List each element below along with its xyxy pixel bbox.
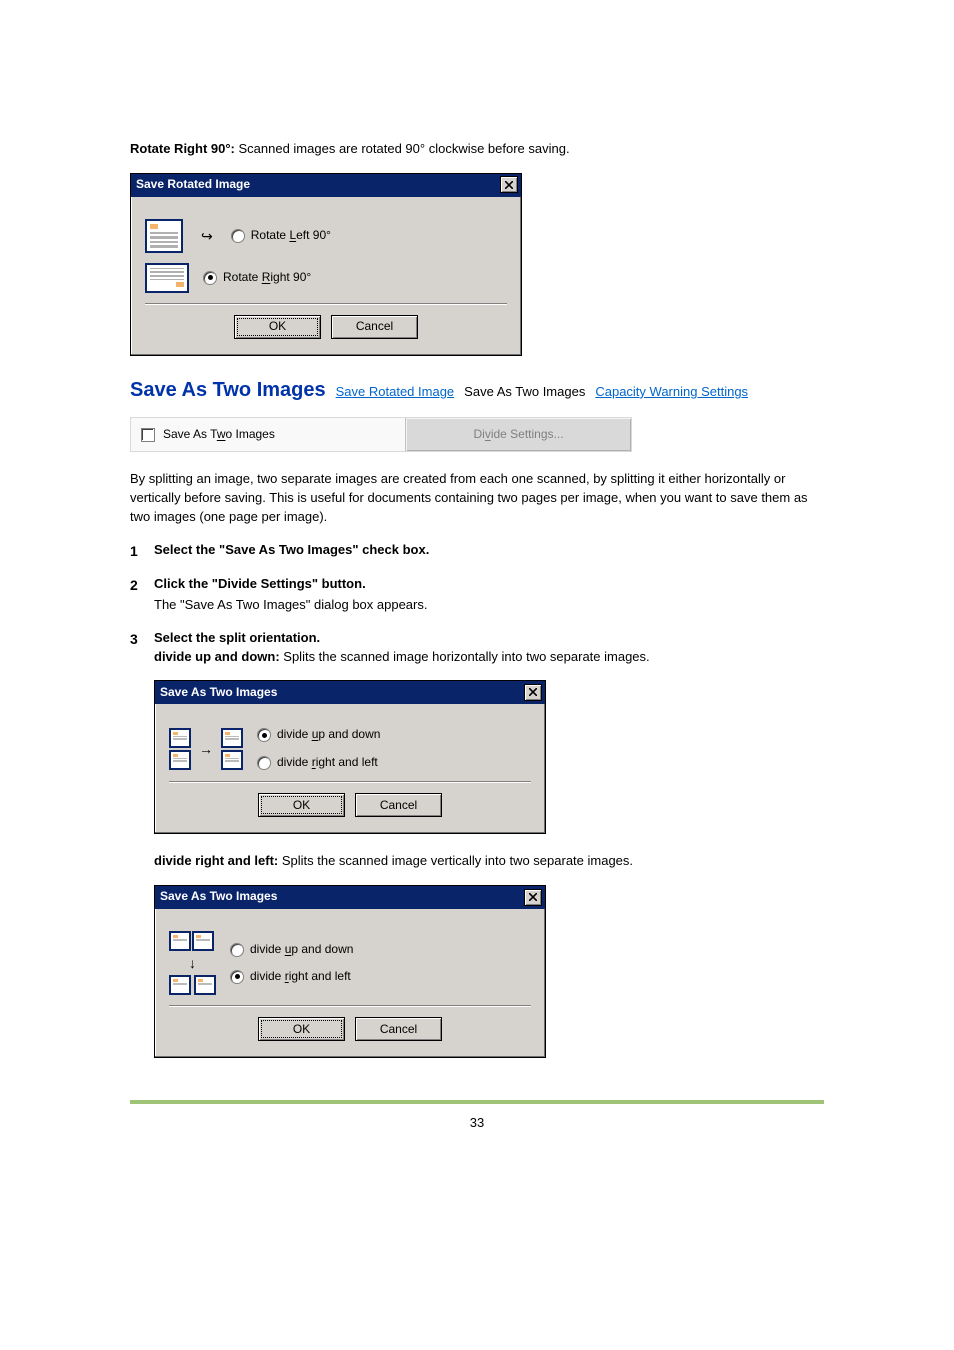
step-number: 3	[130, 629, 142, 1077]
rotate-right-label: Rotate Right 90°:	[130, 141, 235, 156]
rotate-right-text: Scanned images are rotated 90° clockwise…	[235, 141, 570, 156]
radio-selected-icon	[203, 271, 217, 285]
save-rotated-image-dialog: Save Rotated Image ↪ Rotate Left 90°	[130, 173, 522, 356]
save-as-two-label: Save As Two Images	[163, 426, 275, 443]
dialog-titlebar: Save Rotated Image	[131, 174, 521, 197]
divide-up-down-label: divide up and down	[277, 726, 380, 743]
rotate-right-desc: Rotate Right 90°: Scanned images are rot…	[130, 140, 824, 159]
radio-icon	[257, 756, 271, 770]
radio-icon	[231, 229, 245, 243]
close-button[interactable]	[500, 176, 518, 193]
ok-button[interactable]: OK	[234, 315, 321, 339]
step-head: Select the split orientation.	[154, 629, 824, 648]
dialog-titlebar: Save As Two Images	[155, 681, 545, 704]
save-as-two-strip: Save As Two Images Divide Settings...	[130, 417, 632, 452]
arrow-right-icon: →	[199, 739, 213, 759]
divide-right-left-label: divide right and left	[250, 968, 351, 985]
divide-up-down-desc: divide up and down: Splits the scanned i…	[154, 648, 824, 667]
nav-link-prev[interactable]: Save Rotated Image	[336, 383, 455, 402]
cancel-button[interactable]: Cancel	[355, 1017, 442, 1041]
step-head: Click the "Divide Settings" button.	[154, 575, 824, 594]
nav-link-current: Save As Two Images	[464, 383, 585, 402]
radio-icon	[230, 943, 244, 957]
step-3: 3 Select the split orientation. divide u…	[130, 629, 824, 1077]
save-as-two-checkbox[interactable]	[141, 428, 155, 442]
nav-link-next[interactable]: Capacity Warning Settings	[595, 383, 748, 402]
dialog-title: Save As Two Images	[160, 684, 277, 701]
explanation-paragraph: By splitting an image, two separate imag…	[130, 470, 824, 527]
ok-button[interactable]: OK	[258, 1017, 345, 1041]
divide-up-down-label: divide up and down	[250, 941, 353, 958]
footer-rule	[130, 1100, 824, 1104]
close-button[interactable]	[524, 684, 542, 701]
cancel-button[interactable]: Cancel	[355, 793, 442, 817]
radio-selected-icon	[257, 728, 271, 742]
step-list: 1 Select the "Save As Two Images" check …	[130, 541, 824, 1077]
cancel-button[interactable]: Cancel	[331, 315, 418, 339]
step-number: 1	[130, 541, 142, 561]
divide-settings-button[interactable]: Divide Settings...	[405, 418, 631, 451]
divide-right-left-radio[interactable]: divide right and left	[257, 754, 380, 771]
rotate-right-radio[interactable]: Rotate Right 90°	[203, 269, 311, 286]
radio-selected-icon	[230, 970, 244, 984]
arrow-down-icon: ↓	[173, 953, 212, 973]
page: Rotate Right 90°: Scanned images are rot…	[0, 0, 954, 1173]
close-icon	[529, 893, 537, 901]
dialog-title: Save As Two Images	[160, 888, 277, 905]
portrait-doc-icon	[145, 219, 183, 253]
step-sub: The "Save As Two Images" dialog box appe…	[154, 596, 824, 615]
rotate-left-radio[interactable]: Rotate Left 90°	[231, 227, 331, 244]
divide-right-left-label: divide right and left	[277, 754, 378, 771]
rotate-right-label: Rotate Right 90°	[223, 269, 311, 286]
split-preview-icon: →	[169, 728, 243, 770]
page-number: 33	[130, 1114, 824, 1133]
split-preview-icon: ↓	[169, 931, 216, 995]
close-button[interactable]	[524, 889, 542, 906]
divide-right-left-radio[interactable]: divide right and left	[230, 968, 353, 985]
rotate-left-label: Rotate Left 90°	[251, 227, 331, 244]
close-icon	[505, 181, 513, 189]
section-title: Save As Two Images	[130, 376, 326, 405]
save-as-two-images-dialog-updown: Save As Two Images →	[154, 680, 546, 834]
divide-up-down-radio[interactable]: divide up and down	[257, 726, 380, 743]
dialog-title: Save Rotated Image	[136, 176, 250, 193]
dialog-titlebar: Save As Two Images	[155, 886, 545, 909]
divide-up-down-radio[interactable]: divide up and down	[230, 941, 353, 958]
save-as-two-images-dialog-rightleft: Save As Two Images	[154, 885, 546, 1058]
section-heading: Save As Two Images Save Rotated Image Sa…	[130, 376, 824, 405]
landscape-doc-icon	[145, 263, 189, 293]
step-1: 1 Select the "Save As Two Images" check …	[130, 541, 824, 561]
step-head: Select the "Save As Two Images" check bo…	[154, 541, 824, 560]
arrow-right-icon: ↪	[201, 226, 213, 246]
close-icon	[529, 688, 537, 696]
ok-button[interactable]: OK	[258, 793, 345, 817]
step-number: 2	[130, 575, 142, 615]
step-2: 2 Click the "Divide Settings" button. Th…	[130, 575, 824, 615]
divide-right-left-desc: divide right and left: Splits the scanne…	[154, 852, 824, 871]
